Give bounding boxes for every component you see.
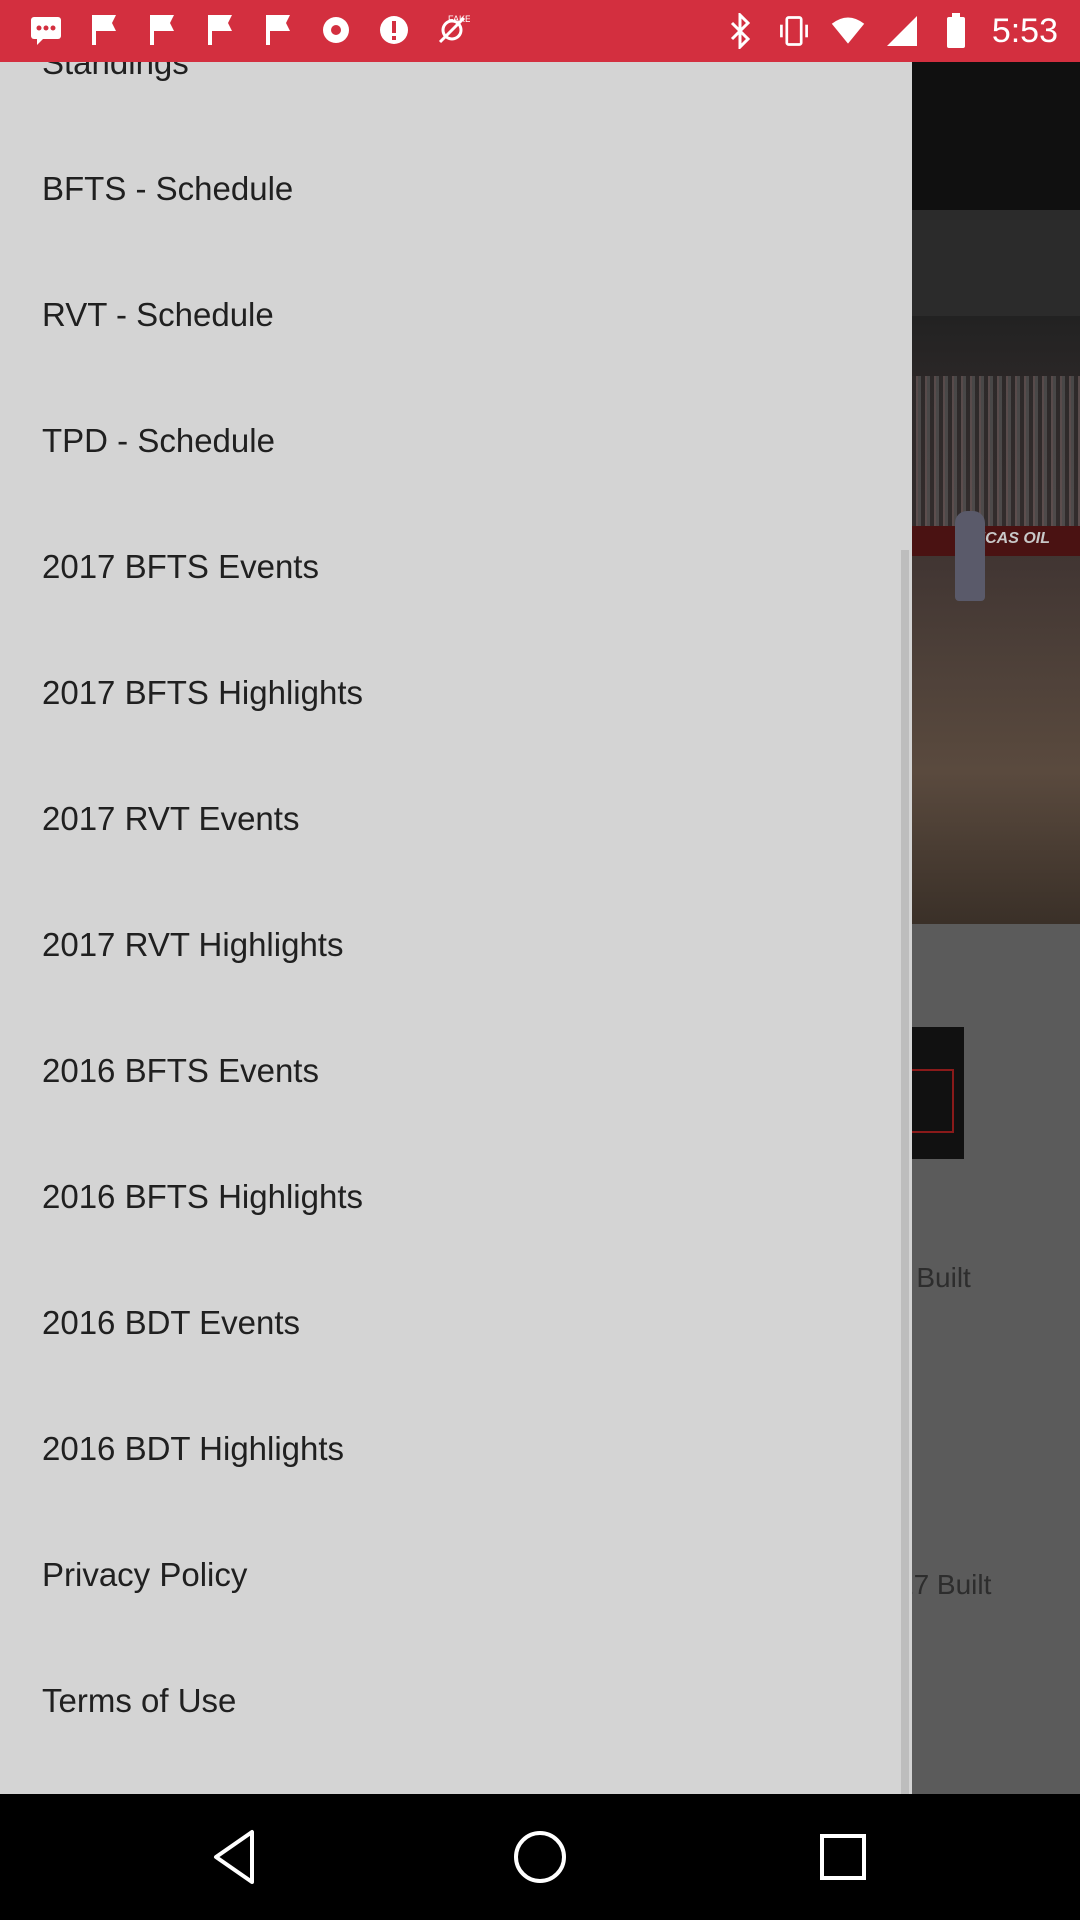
back-button[interactable] bbox=[206, 1826, 268, 1888]
battery-icon bbox=[938, 13, 974, 49]
menu-item-label: Terms of Use bbox=[42, 1682, 237, 1719]
menu-item-label: 2016 BFTS Events bbox=[42, 1052, 319, 1089]
menu-item-2017-rvt-events[interactable]: 2017 RVT Events bbox=[0, 756, 900, 882]
notification-icons: FAKE bbox=[28, 12, 470, 48]
menu-item-label: 2017 BFTS Highlights bbox=[42, 674, 363, 711]
flag-icon bbox=[260, 12, 296, 48]
alert-icon bbox=[376, 12, 412, 48]
menu-item-label: RVT - Schedule bbox=[42, 296, 274, 333]
wifi-icon bbox=[830, 13, 866, 49]
menu-item-label: TPD - Schedule bbox=[42, 422, 275, 459]
home-button[interactable] bbox=[509, 1826, 571, 1888]
menu-item-2017-bfts-events[interactable]: 2017 BFTS Events bbox=[0, 504, 900, 630]
home-circle-icon bbox=[514, 1831, 566, 1883]
menu-item-2016-bfts-highlights[interactable]: 2016 BFTS Highlights bbox=[0, 1134, 900, 1260]
menu-item-privacy-policy[interactable]: Privacy Policy bbox=[0, 1512, 900, 1638]
status-bar: FAKE 5:53 bbox=[0, 0, 1080, 62]
menu-item-2017-rvt-highlights[interactable]: 2017 RVT Highlights bbox=[0, 882, 900, 1008]
svg-text:FAKE: FAKE bbox=[448, 14, 470, 24]
messages-icon bbox=[28, 12, 64, 48]
menu-item-rvt-schedule[interactable]: RVT - Schedule bbox=[0, 252, 900, 378]
menu-item-label: 2017 BFTS Events bbox=[42, 548, 319, 585]
back-triangle-icon bbox=[214, 1830, 254, 1884]
system-icons: 5:53 bbox=[722, 8, 1058, 54]
menu-item-label: 2016 BDT Events bbox=[42, 1304, 301, 1341]
rider-figure bbox=[955, 511, 985, 601]
signal-icon bbox=[884, 13, 920, 49]
bluetooth-icon bbox=[722, 13, 758, 49]
menu-item-label: 2016 BFTS Highlights bbox=[42, 1178, 363, 1215]
scrollbar[interactable] bbox=[901, 550, 909, 1794]
menu-item-label: BFTS - Schedule bbox=[42, 170, 294, 207]
system-navigation-bar bbox=[0, 1794, 1080, 1920]
menu-item-label: 2017 RVT Highlights bbox=[42, 926, 344, 963]
recents-button[interactable] bbox=[812, 1826, 874, 1888]
menu-item-label: Standings bbox=[42, 62, 189, 81]
clock: 5:53 bbox=[991, 12, 1058, 50]
menu-item-2016-bfts-events[interactable]: 2016 BFTS Events bbox=[0, 1008, 900, 1134]
menu-item-label: 2016 BDT Highlights bbox=[42, 1430, 345, 1467]
record-icon bbox=[318, 12, 354, 48]
menu-item-label: 2017 RVT Events bbox=[42, 800, 300, 837]
flag-icon bbox=[144, 12, 180, 48]
recents-square-icon bbox=[820, 1834, 866, 1880]
menu-item-terms-of-use[interactable]: Terms of Use bbox=[0, 1638, 900, 1764]
flag-icon bbox=[202, 12, 238, 48]
menu-item-tpd-schedule[interactable]: TPD - Schedule bbox=[0, 378, 900, 504]
menu-item-label: Privacy Policy bbox=[42, 1556, 248, 1593]
navigation-drawer: Standings BFTS - Schedule RVT - Schedule… bbox=[0, 62, 912, 1794]
list-item-text: 17 Built bbox=[898, 1569, 992, 1600]
flag-icon bbox=[86, 12, 122, 48]
menu-item-2016-bdt-highlights[interactable]: 2016 BDT Highlights bbox=[0, 1386, 900, 1512]
menu-item-standings[interactable]: Standings bbox=[0, 62, 900, 126]
vibrate-icon bbox=[776, 13, 812, 49]
menu-item-bfts-schedule[interactable]: BFTS - Schedule bbox=[0, 126, 900, 252]
menu-item-2016-bdt-events[interactable]: 2016 BDT Events bbox=[0, 1260, 900, 1386]
fake-gps-icon: FAKE bbox=[434, 12, 470, 48]
menu-item-2017-bfts-highlights[interactable]: 2017 BFTS Highlights bbox=[0, 630, 900, 756]
